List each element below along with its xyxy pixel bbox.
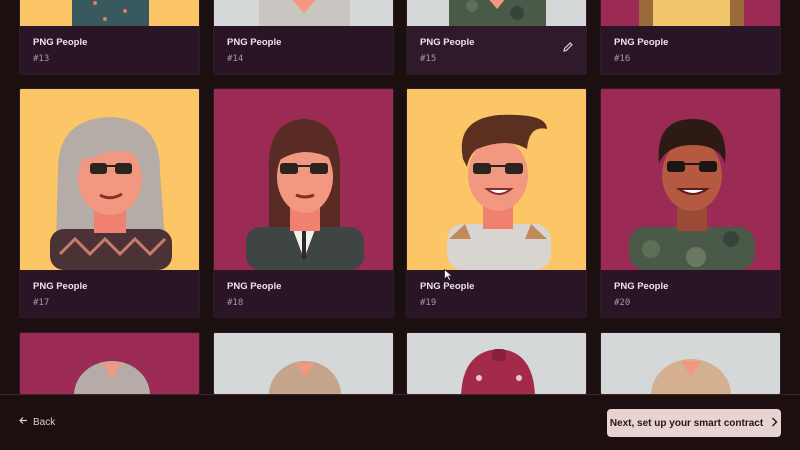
nft-card[interactable]: PNG People #18 — [213, 88, 394, 318]
nft-card[interactable]: PNG People #20 — [600, 88, 781, 318]
card-token-number: #15 — [420, 54, 437, 64]
nft-card[interactable]: PNG People #13 — [19, 0, 200, 75]
nft-grid: PNG People #13 PNG People #14 PNG People… — [0, 0, 800, 450]
card-token-number: #19 — [420, 298, 437, 308]
next-label: Next, set up your smart contract — [609, 417, 764, 429]
nft-card[interactable]: PNG People #19 — [406, 88, 587, 318]
nft-card[interactable]: PNG People #16 — [600, 0, 781, 75]
next-setup-smart-contract-button[interactable]: Next, set up your smart contract — [607, 409, 781, 437]
card-token-number: #16 — [614, 54, 631, 64]
card-collection-name: PNG People — [227, 281, 282, 292]
nft-card[interactable] — [19, 332, 200, 394]
nft-card[interactable]: PNG People #15 — [406, 0, 587, 75]
nft-artwork — [601, 89, 780, 270]
card-collection-name: PNG People — [33, 281, 88, 292]
nft-artwork — [214, 89, 393, 270]
card-collection-name: PNG People — [614, 37, 669, 48]
nft-artwork — [20, 333, 199, 394]
nft-artwork — [407, 89, 586, 270]
nft-card[interactable]: PNG People #17 — [19, 88, 200, 318]
nft-card[interactable] — [213, 332, 394, 394]
back-button[interactable]: Back — [19, 416, 55, 428]
wizard-footer: Back Next, set up your smart contract — [0, 394, 800, 450]
nft-artwork — [407, 333, 586, 394]
card-collection-name: PNG People — [420, 37, 475, 48]
nft-card[interactable]: PNG People #14 — [213, 0, 394, 75]
card-token-number: #20 — [614, 298, 631, 308]
card-token-number: #14 — [227, 54, 244, 64]
chevron-right-icon — [771, 417, 778, 430]
nft-card[interactable] — [600, 332, 781, 394]
card-collection-name: PNG People — [33, 37, 88, 48]
back-label: Back — [33, 416, 56, 428]
card-collection-name: PNG People — [614, 281, 669, 292]
nft-artwork — [20, 89, 199, 270]
arrow-left-icon — [19, 416, 28, 428]
mouse-cursor-icon — [444, 268, 454, 286]
nft-artwork — [601, 0, 780, 26]
nft-card[interactable] — [406, 332, 587, 394]
card-collection-name: PNG People — [227, 37, 282, 48]
card-token-number: #17 — [33, 298, 50, 308]
nft-artwork — [20, 0, 199, 26]
card-token-number: #18 — [227, 298, 244, 308]
card-token-number: #13 — [33, 54, 50, 64]
pencil-icon[interactable] — [562, 40, 574, 52]
nft-artwork — [214, 0, 393, 26]
nft-artwork — [407, 0, 586, 26]
nft-artwork — [601, 333, 780, 394]
nft-artwork — [214, 333, 393, 394]
